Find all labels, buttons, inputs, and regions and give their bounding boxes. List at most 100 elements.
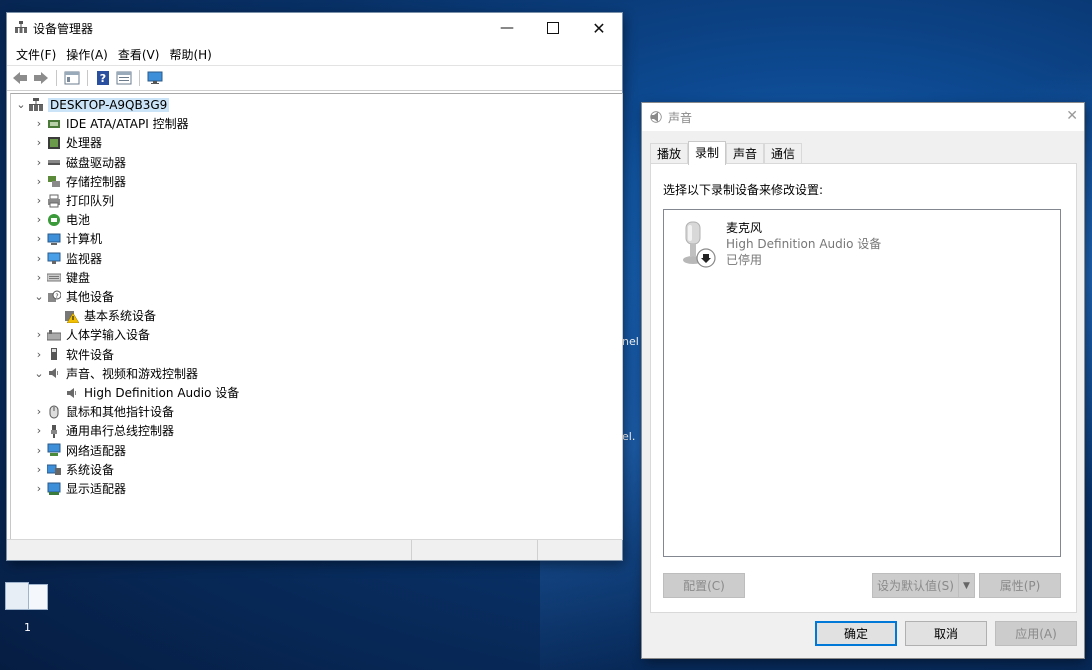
tree-item[interactable]: › 打印队列	[31, 191, 114, 210]
desktop-thumbnail[interactable]	[5, 582, 48, 610]
tree-item-label: 电池	[66, 213, 91, 228]
ok-button[interactable]: 确定	[815, 621, 897, 646]
tree-item[interactable]: › 监视器	[31, 249, 102, 268]
chevron-right-icon[interactable]: ›	[31, 271, 47, 284]
cancel-button[interactable]: 取消	[905, 621, 987, 646]
computer-icon	[47, 232, 61, 246]
toolbar-separator	[139, 70, 140, 86]
list-item[interactable]: 麦克风 High Definition Audio 设备 已停用	[664, 210, 1060, 274]
tree-item[interactable]: › 软件设备	[31, 345, 114, 364]
console-tree-icon	[64, 71, 80, 85]
device-description: High Definition Audio 设备	[726, 237, 882, 251]
chevron-right-icon[interactable]: ›	[31, 136, 47, 149]
svg-text:?: ?	[55, 293, 58, 300]
svg-text:?: ?	[100, 72, 106, 85]
properties-view-button[interactable]	[115, 69, 133, 87]
tree-item-label: 键盘	[66, 270, 91, 285]
chevron-right-icon[interactable]: ›	[31, 424, 47, 437]
forward-button[interactable]	[32, 69, 50, 87]
help-button[interactable]: ?	[94, 69, 112, 87]
minimize-icon: —	[500, 20, 514, 36]
toolbar-separator	[56, 70, 57, 86]
chevron-down-icon[interactable]: ⌄	[13, 98, 29, 111]
back-button[interactable]	[11, 69, 29, 87]
menu-help[interactable]: 帮助(H)	[164, 46, 216, 63]
tree-item[interactable]: High Definition Audio 设备	[49, 383, 239, 402]
mouse-icon	[47, 405, 61, 419]
warning-device-icon	[65, 309, 80, 323]
chevron-right-icon[interactable]: ›	[31, 175, 47, 188]
title-bar[interactable]: 设备管理器 — ✕	[7, 13, 622, 43]
properties-button[interactable]: 属性(P)	[979, 573, 1061, 598]
chevron-right-icon[interactable]: ›	[31, 463, 47, 476]
tree-item[interactable]: › 电池	[31, 210, 90, 229]
set-default-button[interactable]: 设为默认值(S)	[872, 573, 958, 598]
tree-item[interactable]: › 存储控制器	[31, 172, 126, 191]
tree-item[interactable]: › 键盘	[31, 268, 90, 287]
chevron-right-icon[interactable]: ›	[31, 348, 47, 361]
tree-item-label: 显示适配器	[66, 482, 127, 496]
tab-sounds[interactable]: 声音	[726, 143, 765, 164]
tree-item[interactable]: › 网络适配器	[31, 441, 126, 460]
sound-app-icon	[650, 111, 662, 123]
chevron-down-icon[interactable]: ⌄	[31, 367, 47, 380]
chevron-right-icon[interactable]: ›	[31, 232, 47, 245]
tree-root[interactable]: ⌄ DESKTOP-A9QB3G9	[13, 95, 170, 114]
set-default-dropdown[interactable]: ▼	[958, 573, 975, 598]
chevron-right-icon[interactable]: ›	[31, 405, 47, 418]
dialog-title: 声音	[668, 110, 693, 125]
tree-item-label: 其他设备	[66, 290, 115, 304]
tree-item-label: High Definition Audio 设备	[84, 386, 240, 400]
ide-controller-icon	[47, 117, 61, 131]
tab-communications[interactable]: 通信	[764, 143, 803, 164]
tree-item[interactable]: › 计算机	[31, 229, 102, 248]
tab-playback[interactable]: 播放	[650, 143, 689, 164]
close-button[interactable]: ✕	[576, 13, 622, 43]
microphone-icon	[683, 221, 716, 268]
chevron-right-icon[interactable]: ›	[31, 213, 47, 226]
tree-item[interactable]: › 人体学输入设备	[31, 325, 150, 344]
tree-item[interactable]: 基本系统设备	[49, 306, 156, 325]
chevron-right-icon[interactable]: ›	[31, 482, 47, 495]
tree-item[interactable]: › IDE ATA/ATAPI 控制器	[31, 114, 189, 133]
tree-item-label: 通用串行总线控制器	[66, 424, 175, 439]
chevron-right-icon[interactable]: ›	[31, 328, 47, 341]
title-bar[interactable]: 声音 ✕	[642, 103, 1084, 131]
tree-item[interactable]: › 处理器	[31, 133, 102, 152]
chevron-right-icon[interactable]: ›	[31, 444, 47, 457]
tab-recording[interactable]: 录制	[688, 141, 727, 165]
tree-item[interactable]: › 鼠标和其他指针设备	[31, 402, 174, 421]
show-hide-console-button[interactable]	[63, 69, 81, 87]
menu-view[interactable]: 查看(V)	[113, 46, 165, 63]
tree-item[interactable]: › 通用串行总线控制器	[31, 421, 174, 440]
tree-item[interactable]: › 磁盘驱动器	[31, 153, 126, 172]
toolbar-separator	[87, 70, 88, 86]
close-icon[interactable]: ✕	[1066, 108, 1078, 124]
tab-strip: 播放 录制 声音 通信	[650, 141, 803, 165]
tree-item[interactable]: › 显示适配器	[31, 479, 126, 498]
tree-item[interactable]: ⌄ 声音、视频和游戏控制器	[31, 364, 198, 383]
help-icon: ?	[97, 71, 109, 85]
other-devices-icon: ?	[47, 290, 62, 304]
menu-action[interactable]: 操作(A)	[61, 46, 113, 63]
device-manager-window: 设备管理器 — ✕ 文件(F) 操作(A) 查看(V) 帮助(H) ? ⌄ DES…	[7, 13, 623, 560]
configure-button[interactable]: 配置(C)	[663, 573, 745, 598]
tree-item[interactable]: › 系统设备	[31, 460, 114, 479]
tree-item-label: 系统设备	[66, 462, 115, 477]
instruction-text: 选择以下录制设备来修改设置:	[663, 183, 824, 197]
chevron-right-icon[interactable]: ›	[31, 194, 47, 207]
maximize-button[interactable]	[530, 13, 576, 43]
desktop-edge-text: el.	[622, 430, 636, 443]
minimize-button[interactable]: —	[484, 13, 530, 43]
chevron-right-icon[interactable]: ›	[31, 252, 47, 265]
chevron-right-icon[interactable]: ›	[31, 156, 47, 169]
menu-bar: 文件(F) 操作(A) 查看(V) 帮助(H)	[7, 43, 622, 65]
scan-hardware-button[interactable]	[146, 69, 164, 87]
printer-icon	[47, 194, 61, 208]
tree-item[interactable]: ⌄? 其他设备	[31, 287, 114, 306]
chevron-right-icon[interactable]: ›	[31, 117, 47, 130]
chevron-down-icon[interactable]: ⌄	[31, 290, 47, 303]
apply-button[interactable]: 应用(A)	[995, 621, 1077, 646]
menu-file[interactable]: 文件(F)	[11, 46, 61, 63]
recording-device-list[interactable]: 麦克风 High Definition Audio 设备 已停用	[663, 209, 1061, 557]
